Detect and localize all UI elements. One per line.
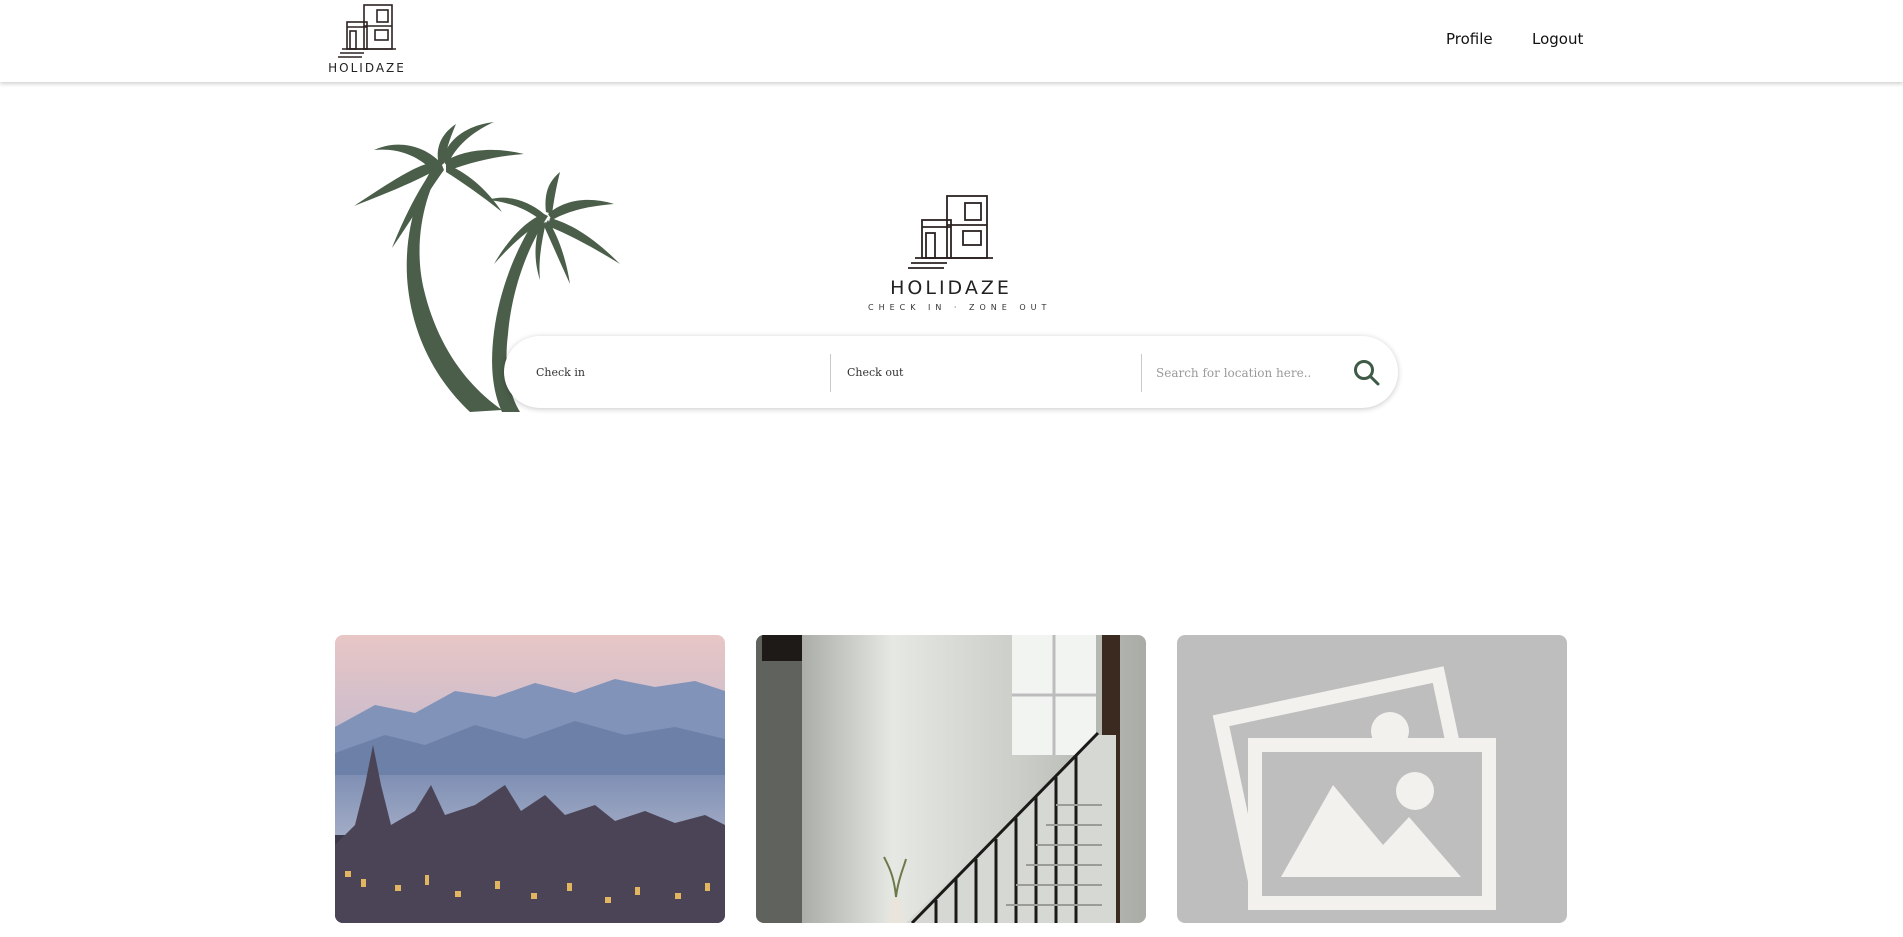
- hero-tagline: CHECK IN · ZONE OUT: [868, 303, 1052, 312]
- location-search-input[interactable]: [1154, 356, 1348, 390]
- listing-image: [756, 635, 1146, 923]
- building-logo-icon: [338, 4, 396, 58]
- listing-card[interactable]: [335, 635, 725, 923]
- hero-logo: HOLIDAZE CHECK IN · ZONE OUT: [868, 193, 1052, 313]
- search-button[interactable]: [1352, 358, 1382, 388]
- search-icon: [1354, 360, 1380, 386]
- listing-card[interactable]: [1177, 635, 1567, 923]
- listing-card[interactable]: [756, 635, 1146, 923]
- hero-brand-name: HOLIDAZE: [890, 277, 1012, 299]
- nav-profile-link[interactable]: Profile: [1446, 30, 1493, 48]
- search-divider: [830, 354, 831, 392]
- listing-image: [335, 635, 725, 923]
- brand-logo-link[interactable]: HOLIDAZE: [326, 2, 408, 76]
- top-navbar: HOLIDAZE Profile Logout: [0, 0, 1903, 82]
- checkin-field[interactable]: Check in: [536, 354, 816, 390]
- checkout-field[interactable]: Check out: [847, 354, 1127, 390]
- search-divider: [1141, 354, 1142, 392]
- search-bar: Check in Check out: [504, 336, 1398, 408]
- building-logo-icon: [908, 195, 993, 269]
- placeholder-image-icon: [1212, 666, 1496, 910]
- nav-logout-link[interactable]: Logout: [1532, 30, 1583, 48]
- brand-name: HOLIDAZE: [328, 61, 406, 75]
